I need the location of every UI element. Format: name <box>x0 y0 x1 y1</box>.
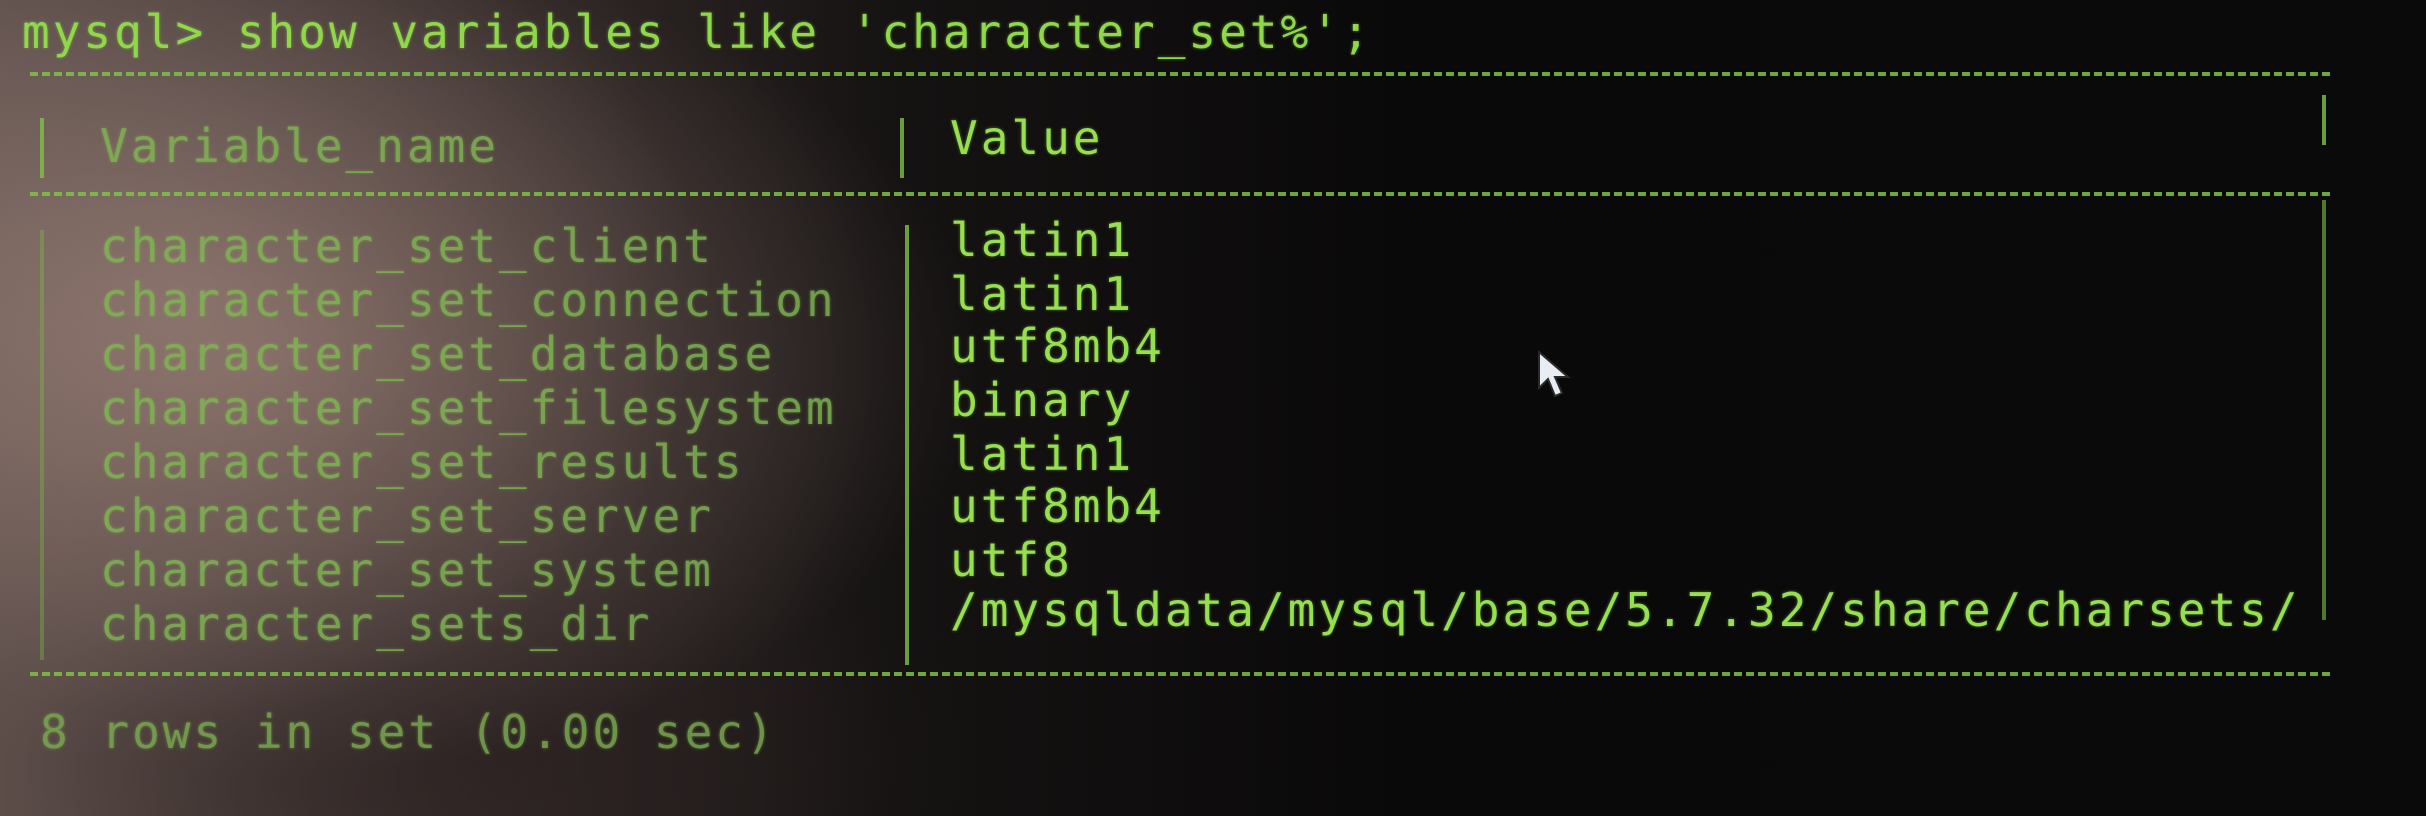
terminal-window[interactable]: mysql> show variables like 'character_se… <box>0 0 2426 816</box>
table-column-divider-body <box>905 225 909 665</box>
row-variable-name: character_set_filesystem <box>100 381 837 435</box>
row-variable-name: character_set_client <box>100 219 714 273</box>
mouse-pointer-icon <box>1538 350 1571 398</box>
row-variable-name: character_set_database <box>100 327 776 381</box>
header-variable-name: Variable_name <box>100 119 500 173</box>
row-variable-name: character_set_server <box>100 489 714 543</box>
table-left-edge-body <box>40 230 44 660</box>
table-column-divider-header <box>900 118 904 178</box>
table-right-edge-body <box>2322 200 2326 620</box>
table-left-edge-header <box>40 118 44 178</box>
row-variable-name: character_set_results <box>100 435 745 489</box>
table-top-border <box>30 72 2330 76</box>
row-variable-name: character_set_connection <box>100 273 837 327</box>
row-value: /mysqldata/mysql/base/5.7.32/share/chars… <box>950 583 2301 637</box>
table-bottom-border <box>30 672 2330 676</box>
row-variable-name: character_set_system <box>100 543 714 597</box>
row-value: utf8mb4 <box>950 319 1165 373</box>
command-line: mysql> show variables like 'character_se… <box>22 6 1373 58</box>
header-value: Value <box>950 111 1104 165</box>
row-value: binary <box>950 373 1135 427</box>
row-value: latin1 <box>950 427 1135 481</box>
row-value: latin1 <box>950 267 1135 321</box>
command-text: show variables like 'character_set%'; <box>206 5 1373 59</box>
row-value: latin1 <box>950 213 1135 267</box>
table-header-border <box>30 192 2330 196</box>
row-value: utf8 <box>950 533 1073 587</box>
row-value: utf8mb4 <box>950 479 1165 533</box>
result-summary: 8 rows in set (0.00 sec) <box>40 705 777 759</box>
table-right-edge-header <box>2322 95 2326 145</box>
row-variable-name: character_sets_dir <box>100 597 653 651</box>
mysql-prompt: mysql> <box>22 5 207 59</box>
